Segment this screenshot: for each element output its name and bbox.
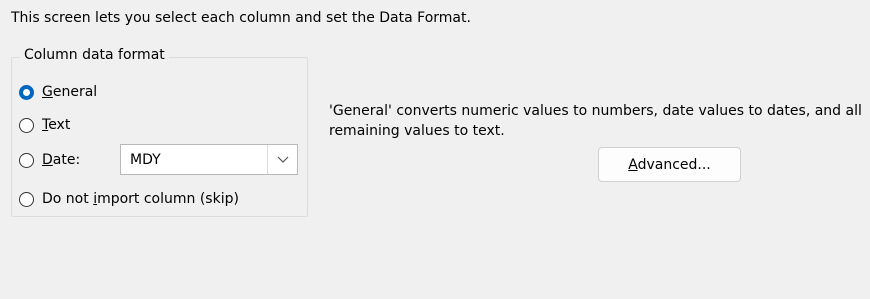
group-title: Column data format <box>20 47 169 63</box>
text-import-wizard-step: This screen lets you select each column … <box>0 0 870 299</box>
radio-general-label[interactable]: General <box>42 84 97 100</box>
radio-text-label[interactable]: Text <box>42 117 70 133</box>
format-description: 'General' converts numeric values to num… <box>329 103 862 139</box>
radio-skip-button[interactable] <box>19 191 34 207</box>
intro-text: This screen lets you select each column … <box>11 10 471 26</box>
radio-date-button[interactable] <box>19 152 34 168</box>
radio-skip[interactable]: Do not import column (skip) <box>19 188 239 210</box>
radio-date-label[interactable]: Date: <box>42 152 80 168</box>
advanced-button[interactable]: Advanced... <box>598 147 741 182</box>
date-format-value: MDY <box>130 151 161 168</box>
radio-date[interactable]: Date: <box>19 149 80 171</box>
radio-general-button[interactable] <box>19 84 34 100</box>
advanced-button-label: Advanced... <box>628 156 711 173</box>
chevron-down-icon[interactable] <box>267 145 297 174</box>
date-format-select[interactable]: MDY <box>120 144 298 175</box>
radio-general[interactable]: General <box>19 81 97 103</box>
radio-skip-label[interactable]: Do not import column (skip) <box>42 191 239 207</box>
radio-text-button[interactable] <box>19 117 34 133</box>
radio-text[interactable]: Text <box>19 114 70 136</box>
